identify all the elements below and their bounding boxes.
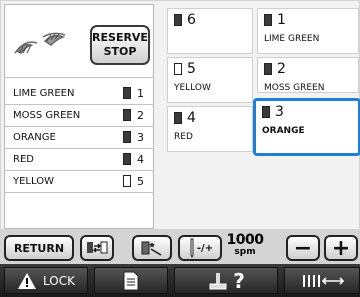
spool-icon: [174, 14, 182, 26]
needle-5-cell[interactable]: 5 YELLOW: [167, 57, 253, 103]
spool-icon: [123, 87, 131, 99]
color-sequence-panel: RESERVE STOP LIME GREEN 1 MOSS GREEN 2 O…: [4, 4, 154, 229]
main-panel: RESERVE STOP LIME GREEN 1 MOSS GREEN 2 O…: [1, 1, 360, 229]
warning-icon: [18, 272, 37, 289]
spool-icon: [123, 175, 131, 187]
needle-number: 4: [187, 110, 196, 126]
stop-label: STOP: [103, 45, 137, 58]
needle-6-cell[interactable]: 6: [167, 8, 253, 54]
button-bar: RETURN -/+ − +: [0, 229, 360, 264]
speed-toggle-label: -/+: [196, 242, 214, 254]
sequence-color-name: MOSS GREEN: [13, 109, 81, 121]
sequence-needle-number: 3: [137, 130, 144, 144]
lock-button[interactable]: LOCK: [4, 267, 88, 294]
needle-color-name: ORANGE: [262, 126, 305, 136]
needle-color-name: LIME GREEN: [264, 34, 320, 44]
spool-icon: [123, 153, 131, 165]
needle-icon: [190, 238, 194, 258]
plus-label: +: [331, 235, 351, 261]
sequence-row: YELLOW 5: [5, 170, 153, 192]
sewing-machine-icon: [209, 272, 227, 289]
divider: [5, 77, 153, 78]
design-preview: [9, 13, 79, 65]
sequence-color-name: RED: [13, 153, 34, 165]
needle-spacing-icon: [303, 274, 344, 287]
help-button[interactable]: ?: [174, 267, 278, 294]
divider: [5, 192, 153, 193]
needle-number: 5: [187, 61, 196, 77]
speed-readout: 1000 spm: [226, 232, 264, 258]
spool-icon: [123, 131, 131, 143]
help-label: ?: [233, 268, 245, 293]
sequence-needle-number: 2: [137, 108, 144, 122]
document-icon: [123, 271, 139, 290]
sequence-row: ORANGE 3: [5, 126, 153, 148]
needle-swap-button[interactable]: [80, 235, 114, 261]
spool-icon: [264, 63, 272, 75]
sequence-needle-number: 1: [137, 86, 144, 100]
design-preview-image: [9, 13, 79, 65]
sequence-needle-number: 4: [137, 152, 144, 166]
minus-button[interactable]: −: [286, 235, 320, 261]
speed-unit: spm: [234, 247, 256, 257]
spool-icon: [123, 109, 131, 121]
minus-label: −: [293, 235, 313, 261]
needle-2-cell[interactable]: 2 MOSS GREEN: [257, 57, 359, 93]
swap-spools-icon: [87, 241, 108, 254]
reserve-stop-button[interactable]: RESERVE STOP: [90, 25, 150, 65]
sequence-color-name: YELLOW: [13, 175, 54, 187]
document-button[interactable]: [94, 267, 168, 294]
needle-number: 2: [277, 61, 286, 77]
reserve-label: RESERVE: [92, 31, 148, 44]
needle-4-cell[interactable]: 4 RED: [167, 106, 253, 152]
needle-1-cell[interactable]: 1 LIME GREEN: [257, 8, 359, 54]
needle-color-name: RED: [174, 132, 193, 142]
spool-icon: [174, 112, 182, 124]
sequence-color-name: ORANGE: [13, 131, 56, 143]
needle-number: 3: [275, 104, 284, 120]
sequence-needle-number: 5: [137, 174, 144, 188]
spool-icon: [174, 63, 182, 75]
return-label: RETURN: [13, 241, 65, 255]
return-button[interactable]: RETURN: [4, 235, 74, 261]
thread-change-button[interactable]: [132, 235, 172, 261]
sequence-row: LIME GREEN 1: [5, 82, 153, 104]
needle-color-name: YELLOW: [174, 83, 211, 93]
needle-color-name: MOSS GREEN: [264, 83, 325, 93]
sequence-row: MOSS GREEN 2: [5, 104, 153, 126]
spool-icon: [262, 106, 270, 118]
needle-number: 1: [277, 12, 286, 28]
plus-button[interactable]: +: [324, 235, 358, 261]
spool-wand-icon: [141, 241, 162, 256]
spacing-button[interactable]: [284, 267, 360, 294]
sequence-row: RED 4: [5, 148, 153, 170]
needle-3-cell-selected[interactable]: 3 ORANGE: [253, 98, 360, 156]
sequence-color-name: LIME GREEN: [13, 87, 75, 99]
speed-toggle-button[interactable]: -/+: [178, 235, 222, 261]
lock-label: LOCK: [43, 273, 75, 288]
speed-value: 1000: [226, 232, 264, 248]
needle-number: 6: [187, 12, 196, 28]
spool-icon: [264, 14, 272, 26]
bottom-toolbar: LOCK ?: [0, 264, 360, 297]
